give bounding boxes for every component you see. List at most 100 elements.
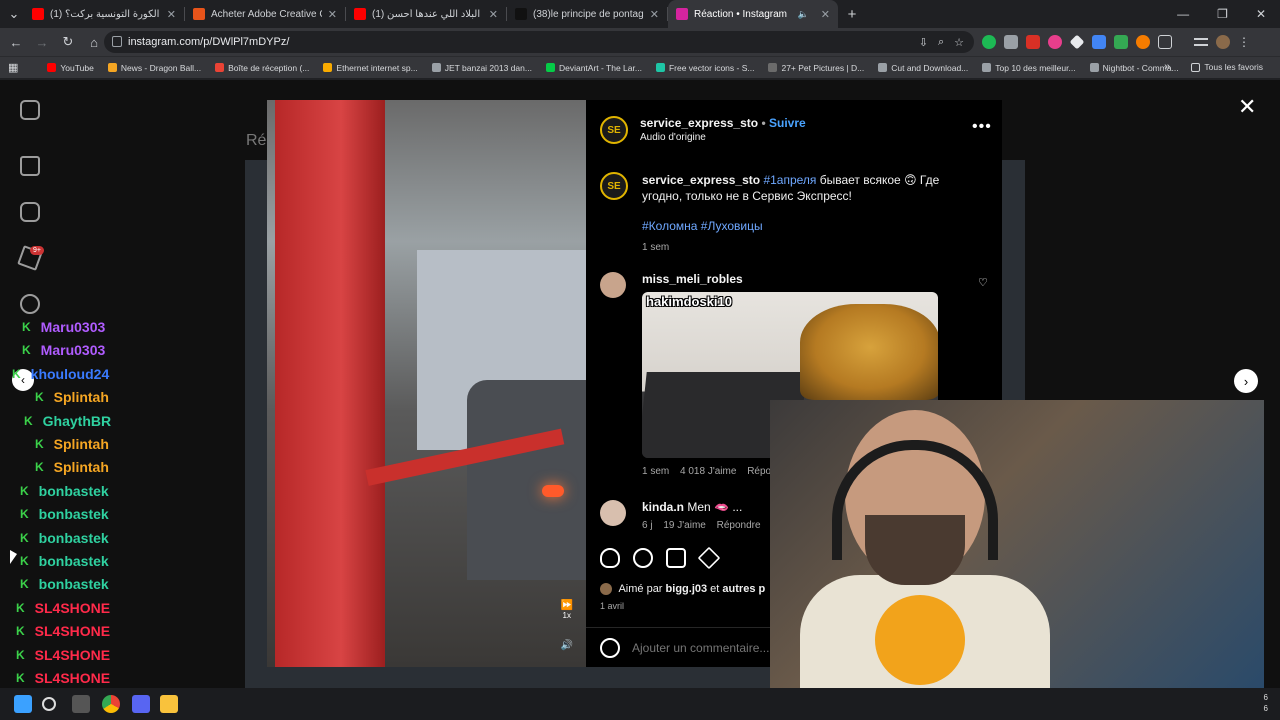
- chat-username: bonbastek: [38, 506, 109, 523]
- comment-avatar[interactable]: [600, 272, 626, 298]
- reload-button[interactable]: ↻: [56, 34, 80, 50]
- comment-likes[interactable]: 19 J'aime: [663, 520, 706, 531]
- zoom-icon[interactable]: ⌕: [938, 36, 944, 49]
- install-app-icon[interactable]: ⇩: [919, 36, 928, 49]
- reading-list-icon[interactable]: [1194, 38, 1208, 46]
- discord-icon[interactable]: [132, 695, 150, 713]
- close-tab-icon[interactable]: ✕: [167, 8, 176, 21]
- follow-button[interactable]: Suivre: [769, 116, 806, 130]
- reels-icon[interactable]: [20, 202, 40, 222]
- extensions-area: ⋮: [982, 28, 1250, 56]
- close-tab-icon[interactable]: ✕: [489, 8, 498, 21]
- bookmarks-overflow-button[interactable]: »: [1164, 61, 1170, 73]
- start-button[interactable]: [14, 695, 32, 713]
- new-tab-button[interactable]: +: [840, 6, 864, 23]
- liked-by-user[interactable]: bigg.j03: [666, 583, 708, 595]
- apps-grid-icon[interactable]: ▦: [0, 61, 26, 74]
- emoji-icon[interactable]: [600, 638, 620, 658]
- caption-avatar[interactable]: SE: [600, 172, 628, 200]
- browser-tab[interactable]: (38)le principe de pontage exp ✕: [507, 0, 667, 28]
- bookmark-item[interactable]: News - Dragon Ball...: [101, 63, 208, 73]
- liked-by-prefix: Aimé par: [618, 583, 663, 595]
- close-tab-icon[interactable]: ✕: [650, 8, 659, 21]
- share-icon[interactable]: [697, 546, 721, 570]
- extension-icon[interactable]: [1069, 34, 1085, 50]
- bookmark-item[interactable]: Cut and Download...: [871, 63, 975, 73]
- forward-button[interactable]: →: [30, 35, 54, 50]
- close-window-button[interactable]: ✕: [1256, 7, 1266, 21]
- bookmark-item[interactable]: JET banzai 2013 dan...: [425, 63, 539, 73]
- back-button[interactable]: ←: [4, 35, 28, 50]
- comment-likes[interactable]: 4 018 J'aime: [680, 466, 736, 477]
- address-bar[interactable]: instagram.com/p/DWlPl7mDYPz/ ⇩ ⌕ ☆: [104, 31, 974, 53]
- next-post-button[interactable]: ›: [1234, 369, 1258, 393]
- liked-by-line: Aimé par bigg.j03 et autres p: [600, 583, 765, 596]
- extension-icon[interactable]: [1136, 35, 1150, 49]
- chat-username: bonbastek: [38, 576, 109, 593]
- home-button[interactable]: ⌂: [82, 35, 106, 50]
- like-heart-icon[interactable]: [600, 548, 620, 568]
- search-icon[interactable]: [20, 294, 40, 314]
- bookmark-label: YouTube: [60, 62, 94, 73]
- browser-tab[interactable]: (1) شنيّا البلاد اللي عندها أحسن ... ✕: [346, 0, 506, 28]
- chrome-icon[interactable]: [102, 695, 120, 713]
- task-view-icon[interactable]: [72, 695, 90, 713]
- comment-username[interactable]: miss_meli_robles: [642, 272, 743, 286]
- caption-username[interactable]: service_express_sto: [642, 173, 760, 187]
- reel-video[interactable]: ⏩ 1x 🔊: [267, 100, 587, 667]
- caption-hashtag[interactable]: #1апреля: [763, 173, 816, 187]
- liked-by-others[interactable]: autres p: [722, 583, 765, 595]
- close-modal-icon[interactable]: ✕: [1238, 94, 1256, 120]
- bookmark-star-icon[interactable]: ☆: [954, 36, 964, 49]
- home-icon[interactable]: [20, 156, 40, 176]
- heart-icon[interactable]: ♡: [978, 276, 988, 289]
- tab-audio-icon[interactable]: 🔈: [798, 9, 809, 20]
- all-bookmarks-folder[interactable]: Tous les favoris: [1184, 62, 1270, 72]
- puzzle-icon[interactable]: [1158, 35, 1172, 49]
- repost-icon[interactable]: [666, 548, 686, 568]
- bookmark-item[interactable]: YouTube: [40, 63, 100, 73]
- browser-tab[interactable]: Acheter Adobe Creative Cloud ✕: [185, 0, 345, 28]
- search-icon[interactable]: [42, 697, 56, 711]
- instagram-logo-icon[interactable]: [20, 100, 40, 120]
- tab-search-button[interactable]: ⌄: [4, 6, 24, 22]
- file-explorer-icon[interactable]: [160, 695, 178, 713]
- extension-icon[interactable]: [982, 35, 996, 49]
- bookmark-item[interactable]: 27+ Pet Pictures | D...: [761, 63, 871, 73]
- close-tab-icon[interactable]: ✕: [328, 8, 337, 21]
- chat-message: Kbonbastek: [20, 527, 109, 549]
- browser-tab[interactable]: (1) علاش الكورة التونسية بركت؟ ✕: [24, 0, 184, 28]
- caption-hashtags[interactable]: #Коломна #Луховицы: [642, 218, 982, 234]
- audio-label[interactable]: Audio d'origine: [640, 132, 706, 143]
- extension-icon[interactable]: [1048, 35, 1062, 49]
- author-avatar[interactable]: SE: [600, 116, 628, 144]
- bookmark-item[interactable]: Free vector icons - S...: [649, 63, 762, 73]
- minimize-button[interactable]: —: [1177, 7, 1189, 21]
- profile-avatar[interactable]: [1216, 35, 1230, 49]
- comment-icon[interactable]: [633, 548, 653, 568]
- bookmark-label: Ethernet internet sp...: [336, 62, 418, 73]
- extension-icon[interactable]: [1092, 35, 1106, 49]
- playback-speed-button[interactable]: ⏩ 1x: [561, 600, 573, 620]
- close-tab-icon[interactable]: ✕: [821, 8, 830, 21]
- camera-extension-icon[interactable]: [1004, 35, 1018, 49]
- bookmark-item[interactable]: DeviantArt - The Lar...: [539, 63, 649, 73]
- extension-icon[interactable]: [1114, 35, 1128, 49]
- bookmark-favicon-icon: [323, 63, 333, 72]
- bookmark-item[interactable]: Ethernet internet sp...: [316, 63, 424, 73]
- extension-icon[interactable]: [1026, 35, 1040, 49]
- bookmark-item[interactable]: Boîte de réception (...: [208, 63, 316, 73]
- volume-icon[interactable]: 🔊: [561, 640, 573, 651]
- kick-badge-icon: K: [20, 554, 29, 568]
- comment-avatar[interactable]: [600, 500, 626, 526]
- restore-button[interactable]: ❐: [1217, 7, 1228, 21]
- author-username[interactable]: service_express_sto: [640, 116, 758, 130]
- site-info-icon[interactable]: [112, 36, 122, 47]
- system-clock[interactable]: 6 6: [1264, 692, 1268, 714]
- more-menu-icon[interactable]: ⋮: [1238, 35, 1250, 49]
- more-options-icon[interactable]: •••: [972, 118, 992, 136]
- browser-tab[interactable]: Réaction • Instagram 🔈 ✕: [668, 0, 838, 28]
- reply-button[interactable]: Répondre: [717, 520, 761, 531]
- bookmark-item[interactable]: Top 10 des meilleur...: [975, 63, 1082, 73]
- comment-username[interactable]: kinda.n: [642, 500, 684, 514]
